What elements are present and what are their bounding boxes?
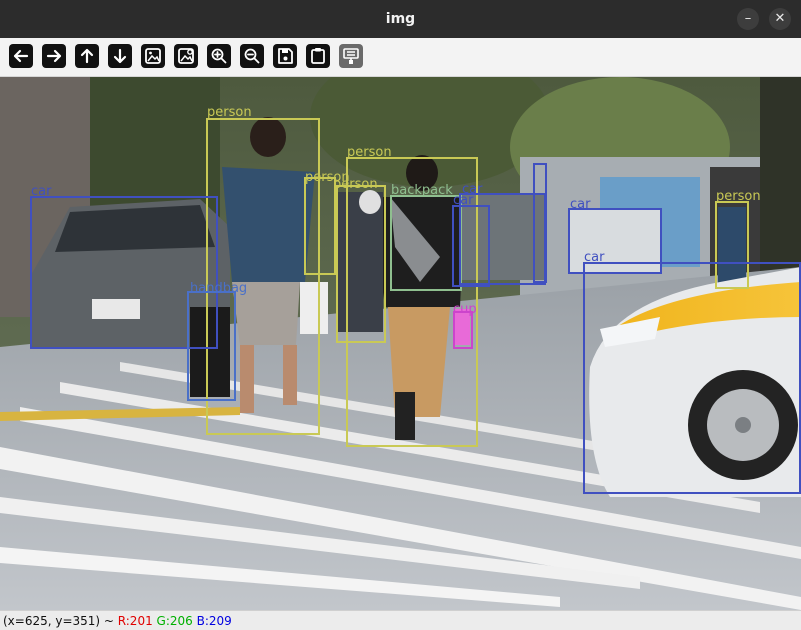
detection-label: car — [584, 250, 605, 265]
pixel-blue-value: B:209 — [196, 614, 232, 628]
detection-box-unlabeled — [533, 163, 547, 283]
image-icon — [145, 48, 161, 64]
toolbar — [0, 38, 801, 77]
image-viewer-window: img – ✕ person person person person pers… — [0, 0, 801, 630]
image-edit-icon — [178, 48, 194, 64]
detection-box-car — [452, 205, 490, 287]
close-button[interactable]: ✕ — [769, 8, 791, 30]
detection-label: cup — [453, 302, 477, 317]
copy-to-clipboard-button[interactable] — [306, 44, 330, 68]
zoom-in-icon — [211, 48, 227, 64]
detection-label: car — [453, 193, 474, 208]
detection-label: person — [347, 145, 392, 160]
arrow-left-icon — [13, 49, 29, 63]
detection-box-handbag — [187, 291, 236, 401]
detection-label: handbag — [190, 281, 248, 296]
cursor-coordinates: (x=625, y=351) ~ — [3, 614, 118, 628]
save-button[interactable] — [273, 44, 297, 68]
pan-down-button[interactable] — [108, 44, 132, 68]
close-icon: ✕ — [774, 11, 786, 26]
arrow-up-icon — [80, 48, 94, 64]
properties-icon — [343, 48, 359, 64]
reset-view-button[interactable] — [141, 44, 165, 68]
status-bar: (x=625, y=351) ~ R:201 G:206 B:209 — [0, 610, 801, 630]
pixel-red-value: R:201 — [117, 614, 153, 628]
detection-box-person — [304, 177, 336, 275]
detection-label: backpack — [391, 183, 453, 198]
properties-button[interactable] — [339, 44, 363, 68]
pan-up-button[interactable] — [75, 44, 99, 68]
zoom-fit-button[interactable] — [174, 44, 198, 68]
detection-box-person — [336, 185, 386, 343]
pan-left-button[interactable] — [9, 44, 33, 68]
detection-label: person — [207, 105, 252, 120]
detection-label: car — [570, 197, 591, 212]
detection-box-car — [583, 262, 801, 494]
detection-label: car — [31, 184, 52, 199]
zoom-in-button[interactable] — [207, 44, 231, 68]
arrow-right-icon — [46, 49, 62, 63]
arrow-down-icon — [113, 48, 127, 64]
zoom-out-button[interactable] — [240, 44, 264, 68]
detection-label: person — [716, 189, 761, 204]
zoom-out-icon — [244, 48, 260, 64]
pixel-green-value: G:206 — [156, 614, 193, 628]
save-icon — [278, 48, 293, 64]
title-bar: img – ✕ — [0, 0, 801, 38]
clipboard-icon — [311, 48, 325, 64]
window-title: img — [385, 11, 416, 27]
minimize-icon: – — [744, 11, 752, 26]
detection-label: person — [333, 177, 378, 192]
image-canvas[interactable]: person person person person person backp… — [0, 77, 801, 610]
pan-right-button[interactable] — [42, 44, 66, 68]
minimize-button[interactable]: – — [737, 8, 759, 30]
